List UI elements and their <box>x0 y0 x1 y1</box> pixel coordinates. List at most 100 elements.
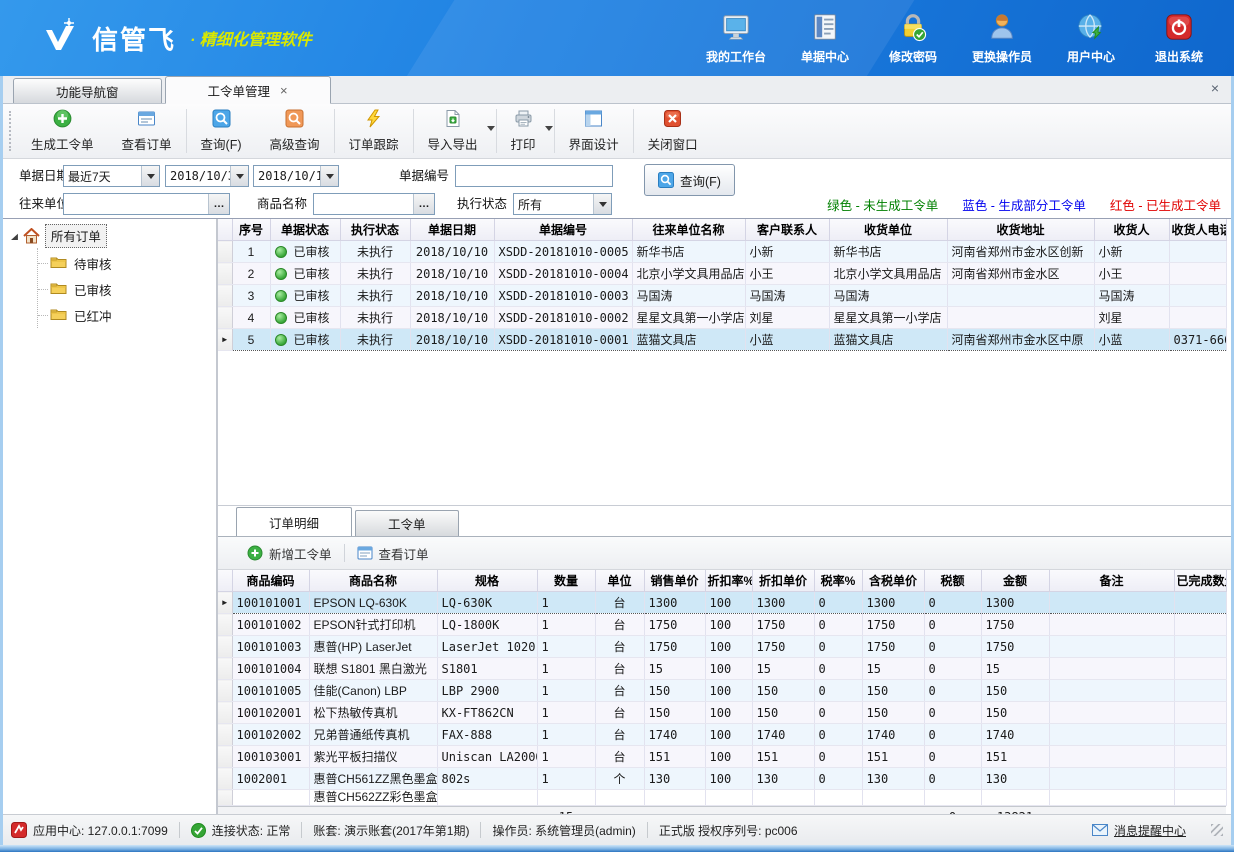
date-from-select[interactable]: 2018/10/3 <box>165 165 249 187</box>
cell[interactable]: XSDD-20181010-0003 <box>494 285 632 307</box>
cell[interactable]: 1 <box>232 241 270 263</box>
tab-function-nav[interactable]: 功能导航窗 <box>13 78 162 103</box>
cell[interactable]: 130 <box>981 768 1049 790</box>
cell[interactable]: 0 <box>814 746 862 768</box>
cell[interactable]: 0 <box>924 680 981 702</box>
cell[interactable] <box>1169 263 1226 285</box>
cell[interactable]: 个 <box>595 768 644 790</box>
cell[interactable]: 150 <box>644 702 705 724</box>
cell[interactable]: 100 <box>705 658 752 680</box>
cell[interactable]: 紫光平板扫描仪 <box>309 746 437 768</box>
cell[interactable]: 1750 <box>644 614 705 636</box>
cell[interactable] <box>1174 592 1226 614</box>
cell[interactable]: 已审核 <box>270 329 340 351</box>
cell[interactable] <box>1169 307 1226 329</box>
date-to-select[interactable]: 2018/10/10 <box>253 165 339 187</box>
toolbar-button-search-blue[interactable]: 查询(F) <box>187 104 256 158</box>
cell[interactable]: 河南省郑州市金水区 <box>947 263 1094 285</box>
cell[interactable] <box>1174 614 1226 636</box>
cell[interactable]: 台 <box>595 680 644 702</box>
cell[interactable]: 1750 <box>752 614 814 636</box>
row-selector[interactable] <box>218 746 232 768</box>
cell[interactable]: 马国涛 <box>1094 285 1169 307</box>
cell[interactable]: 未执行 <box>340 263 410 285</box>
tab-close-icon[interactable]: × <box>280 83 288 98</box>
tree-node-all-orders[interactable]: ◢ 所有订单 <box>3 224 216 248</box>
cell[interactable]: 惠普CH561ZZ黑色墨盒 <box>309 768 437 790</box>
cell[interactable]: 1300 <box>752 592 814 614</box>
column-header[interactable]: 折扣率% <box>705 570 752 592</box>
cell[interactable]: 1750 <box>862 636 924 658</box>
cell[interactable] <box>814 790 862 806</box>
row-selector[interactable] <box>218 724 232 746</box>
cell[interactable]: 北京小学文具用品店 <box>632 263 745 285</box>
cell[interactable]: LQ-1800K <box>437 614 537 636</box>
cell[interactable]: 2018/10/10 <box>410 285 494 307</box>
cell[interactable]: 星星文具第一小学店 <box>632 307 745 329</box>
cell[interactable] <box>1174 636 1226 658</box>
column-header[interactable]: 折扣单价 <box>752 570 814 592</box>
cell[interactable]: 150 <box>752 702 814 724</box>
cell[interactable]: EPSON LQ-630K <box>309 592 437 614</box>
cell[interactable]: 小新 <box>1094 241 1169 263</box>
cell[interactable]: 河南省郑州市金水区中原 <box>947 329 1094 351</box>
chevron-down-icon[interactable] <box>487 126 495 131</box>
cell[interactable]: 0 <box>814 724 862 746</box>
column-header[interactable]: 备注 <box>1049 570 1174 592</box>
column-header[interactable]: 收货单位 <box>829 219 947 241</box>
cell[interactable] <box>752 790 814 806</box>
cell[interactable] <box>862 790 924 806</box>
cell[interactable]: 2018/10/10 <box>410 329 494 351</box>
column-header[interactable]: 执行状态 <box>340 219 410 241</box>
cell[interactable]: 0 <box>924 702 981 724</box>
doc-no-input[interactable] <box>455 165 613 187</box>
clipped-row[interactable]: 惠普CH562ZZ彩色墨盒 <box>218 790 1226 806</box>
toolbar-button-import-export[interactable]: 导入导出 <box>414 104 496 158</box>
cell[interactable]: 150 <box>862 680 924 702</box>
cell[interactable]: 0 <box>814 614 862 636</box>
cell[interactable] <box>1049 592 1174 614</box>
order-row[interactable]: 4已审核未执行2018/10/10XSDD-20181010-0002星星文具第… <box>218 307 1226 329</box>
detail-row[interactable]: 100102001松下热敏传真机KX-FT862CN1台150100150015… <box>218 702 1226 724</box>
cell[interactable]: XSDD-20181010-0005 <box>494 241 632 263</box>
cell[interactable]: 150 <box>981 680 1049 702</box>
cell[interactable]: 已审核 <box>270 307 340 329</box>
partner-lookup[interactable]: … <box>63 193 230 215</box>
cell[interactable]: 1002001 <box>232 768 309 790</box>
cell[interactable] <box>924 790 981 806</box>
column-header[interactable]: 金额 <box>981 570 1049 592</box>
column-header[interactable]: 含税单价 <box>862 570 924 592</box>
cell[interactable]: 100102002 <box>232 724 309 746</box>
toolbar-button-lightning[interactable]: 订单跟踪 <box>335 104 413 158</box>
cell[interactable]: 1 <box>537 614 595 636</box>
cell[interactable]: 1300 <box>862 592 924 614</box>
cell[interactable]: 未执行 <box>340 285 410 307</box>
close-all-tabs-icon[interactable]: × <box>1211 80 1219 96</box>
cell[interactable]: 未执行 <box>340 307 410 329</box>
add-work-order-button[interactable]: 新增工令单 <box>235 544 344 563</box>
cell[interactable]: 1740 <box>752 724 814 746</box>
cell[interactable]: KX-FT862CN <box>437 702 537 724</box>
cell[interactable]: S1801 <box>437 658 537 680</box>
cell[interactable]: 小蓝 <box>1094 329 1169 351</box>
cell[interactable]: 已审核 <box>270 285 340 307</box>
column-header[interactable]: 税额 <box>924 570 981 592</box>
cell[interactable]: EPSON针式打印机 <box>309 614 437 636</box>
cell[interactable]: 0 <box>814 702 862 724</box>
cell[interactable]: 小蓝 <box>745 329 829 351</box>
detail-row[interactable]: 100102002兄弟普通纸传真机FAX-8881台17401001740017… <box>218 724 1226 746</box>
cell[interactable]: 0 <box>924 658 981 680</box>
cell[interactable]: 佳能(Canon) LBP <box>309 680 437 702</box>
cell[interactable]: 0 <box>924 746 981 768</box>
cell[interactable] <box>1049 702 1174 724</box>
cell[interactable]: Uniscan LA2000 <box>437 746 537 768</box>
cell[interactable]: 100 <box>705 614 752 636</box>
cell[interactable]: 1 <box>537 746 595 768</box>
cell[interactable]: 100 <box>705 680 752 702</box>
tree-node-已红冲[interactable]: 已红冲 <box>38 302 216 328</box>
exec-status-select[interactable]: 所有 <box>513 193 612 215</box>
cell[interactable]: 已审核 <box>270 241 340 263</box>
ellipsis-button[interactable]: … <box>413 194 434 214</box>
cell[interactable]: 刘星 <box>1094 307 1169 329</box>
cell[interactable]: 1750 <box>981 614 1049 636</box>
